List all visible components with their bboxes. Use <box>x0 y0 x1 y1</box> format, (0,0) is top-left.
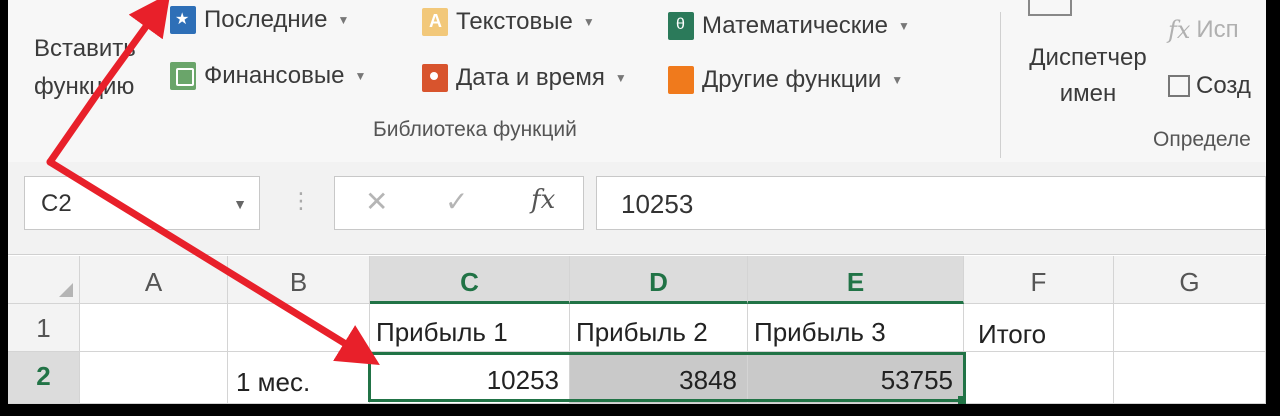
column-header-d[interactable]: D <box>570 256 748 304</box>
star-icon <box>170 6 196 34</box>
create-label: Созд <box>1196 72 1251 99</box>
column-header-e[interactable]: E <box>748 256 964 304</box>
financial-functions-label: Финансовые <box>204 62 345 89</box>
name-manager-button[interactable]: Диспетчер имен <box>1008 40 1168 112</box>
clock-icon <box>422 64 448 92</box>
insert-function-button[interactable]: Вставить функцию <box>34 30 164 106</box>
cell-d2[interactable]: 3848 <box>570 352 748 404</box>
cell-g2[interactable] <box>1114 352 1266 404</box>
dropdown-caret-icon: ▼ <box>891 73 904 87</box>
math-functions-button[interactable]: Математические ▼ <box>668 12 910 40</box>
resize-handle-icon[interactable]: ⋮ <box>290 188 312 214</box>
row-header-2[interactable]: 2 <box>8 352 80 404</box>
text-functions-button[interactable]: Текстовые ▼ <box>422 8 595 36</box>
cancel-icon[interactable]: ✕ <box>365 185 388 218</box>
datetime-functions-button[interactable]: Дата и время ▼ <box>422 64 627 92</box>
enter-icon[interactable]: ✓ <box>445 185 468 218</box>
datetime-functions-label: Дата и время <box>456 64 605 91</box>
name-box[interactable]: C2 ▼ <box>24 176 260 230</box>
recent-functions-label: Последние <box>204 6 328 33</box>
dropdown-caret-icon: ▼ <box>337 13 350 27</box>
column-header-c[interactable]: C <box>370 256 570 304</box>
column-header-a[interactable]: A <box>80 256 228 304</box>
math-icon <box>668 12 694 40</box>
cell-a1[interactable] <box>80 304 228 352</box>
select-all-corner[interactable] <box>8 256 80 304</box>
defined-names-group-label: Определе <box>1153 128 1251 151</box>
cell-f2[interactable] <box>964 352 1114 404</box>
cell-d1[interactable]: Прибыль 2 <box>570 304 748 352</box>
ribbon-icon-partial <box>1028 0 1072 16</box>
excel-window: Вставить функцию Последние ▼ Финансовые … <box>8 0 1266 404</box>
other-functions-button[interactable]: Другие функции ▼ <box>668 66 903 94</box>
row-header-1[interactable]: 1 <box>8 304 80 352</box>
cell-c1[interactable]: Прибыль 1 <box>370 304 570 352</box>
other-functions-label: Другие функции <box>702 66 882 93</box>
cell-f1[interactable]: Итого <box>964 304 1114 352</box>
financial-functions-button[interactable]: Финансовые ▼ <box>170 62 366 90</box>
function-library-group-label: Библиотека функций <box>373 118 577 141</box>
text-functions-label: Текстовые <box>456 8 573 35</box>
use-in-formula-label: Исп <box>1196 16 1239 43</box>
cell-a2[interactable] <box>80 352 228 404</box>
cell-c2[interactable]: 10253 <box>370 352 570 404</box>
cell-b2[interactable]: 1 мес. <box>228 352 370 404</box>
dropdown-caret-icon: ▼ <box>897 19 910 33</box>
dropdown-caret-icon: ▼ <box>354 69 367 83</box>
formula-bar: C2 ▼ ⋮ ✕ ✓ fx 10253 <box>8 162 1266 255</box>
dropdown-caret-icon: ▼ <box>614 71 627 85</box>
book-icon <box>668 66 694 94</box>
cell-b1[interactable] <box>228 304 370 352</box>
math-functions-label: Математические <box>702 12 888 39</box>
formula-input[interactable]: 10253 <box>596 176 1266 230</box>
text-function-icon <box>422 8 448 36</box>
insert-function-icon[interactable]: fx <box>531 185 555 215</box>
ribbon: Вставить функцию Последние ▼ Финансовые … <box>8 0 1266 163</box>
recent-functions-button[interactable]: Последние ▼ <box>170 6 349 34</box>
chevron-down-icon[interactable]: ▼ <box>233 177 247 231</box>
cell-e1[interactable]: Прибыль 3 <box>748 304 964 352</box>
create-from-selection-button[interactable]: Созд <box>1168 72 1251 100</box>
ribbon-group-divider <box>1000 12 1001 158</box>
fill-handle[interactable] <box>958 396 966 404</box>
column-header-b[interactable]: B <box>228 256 370 304</box>
cell-e2[interactable]: 53755 <box>748 352 964 404</box>
dropdown-caret-icon: ▼ <box>582 15 595 29</box>
column-header-f[interactable]: F <box>964 256 1114 304</box>
column-header-g[interactable]: G <box>1114 256 1266 304</box>
spreadsheet-grid: A B C D E F G 1 Прибыль 1 Прибыль 2 Приб… <box>8 256 1266 404</box>
name-box-value: C2 <box>41 190 72 217</box>
financial-icon <box>170 62 196 90</box>
formula-buttons: ✕ ✓ fx <box>334 176 584 230</box>
use-in-formula-button[interactable]: fx Исп <box>1168 16 1239 44</box>
cell-g1[interactable] <box>1114 304 1266 352</box>
table-icon <box>1168 75 1190 97</box>
fx-icon: fx <box>1168 16 1191 44</box>
